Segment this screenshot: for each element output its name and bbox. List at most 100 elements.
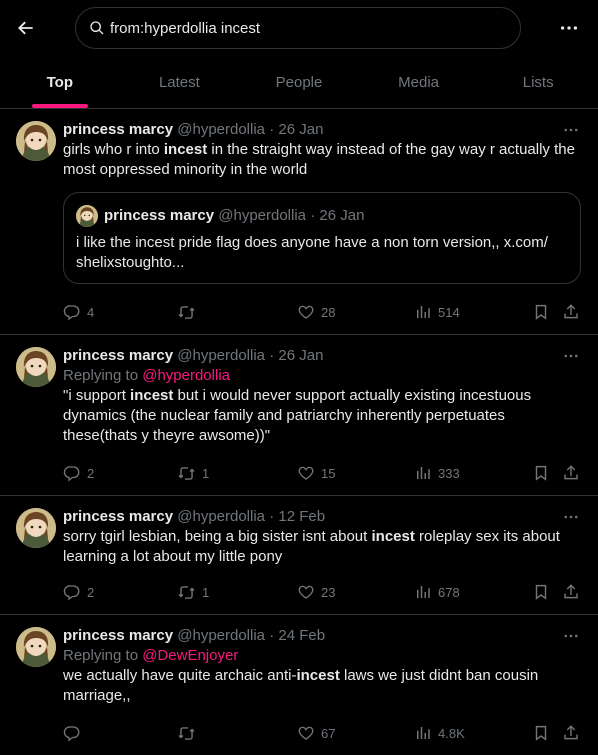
display-name[interactable]: princess marcy [63, 508, 173, 525]
retweet-button[interactable] [177, 723, 202, 743]
views-button[interactable]: 4.8K [414, 723, 465, 743]
tweet[interactable]: princess marcy @hyperdollia · 26 Jan Rep… [0, 335, 598, 496]
bookmark-icon [532, 724, 550, 742]
view-count: 514 [438, 304, 460, 320]
reply-icon [63, 724, 81, 742]
tab-media[interactable]: Media [359, 56, 479, 108]
tweet[interactable]: princess marcy @hyperdollia · 24 Feb Rep… [0, 615, 598, 755]
avatar[interactable] [16, 627, 56, 667]
views-icon [414, 724, 432, 742]
reply-button[interactable]: 2 [63, 463, 94, 483]
tweet-date: 26 Jan [319, 207, 365, 224]
tweet-text: "i support incest but i would never supp… [63, 387, 532, 444]
user-handle[interactable]: @hyperdollia [177, 627, 265, 644]
separator-dot: · [269, 121, 275, 138]
tweet[interactable]: princess marcy @hyperdollia · 26 Jan gir… [0, 109, 598, 335]
tweet-actions: 2 1 15 333 [63, 463, 583, 483]
like-icon [297, 303, 315, 321]
share-icon [562, 303, 580, 321]
retweet-button[interactable] [177, 302, 202, 322]
replying-to-link[interactable]: @hyperdollia [142, 367, 230, 384]
display-name[interactable]: princess marcy [63, 347, 173, 364]
tweet-text: sorry tgirl lesbian, being a big sister … [63, 528, 560, 565]
reply-icon [63, 303, 81, 321]
tab-top[interactable]: Top [0, 56, 120, 108]
search-input[interactable] [110, 8, 510, 48]
tab-people[interactable]: People [239, 56, 359, 108]
replying-to: Replying to @hyperdollia [63, 367, 230, 384]
tweet-header: princess marcy @hyperdollia · 26 Jan [63, 346, 583, 366]
retweet-button[interactable]: 1 [177, 463, 209, 483]
share-icon [562, 464, 580, 482]
display-name: princess marcy [104, 207, 215, 224]
like-button[interactable]: 67 [297, 723, 335, 743]
avatar[interactable] [16, 121, 56, 161]
replying-to-link[interactable]: @DewEnjoyer [142, 647, 238, 664]
tweet-more-icon[interactable] [560, 120, 582, 140]
views-icon [414, 303, 432, 321]
reply-button[interactable] [63, 723, 87, 743]
tab-latest[interactable]: Latest [120, 56, 240, 108]
share-icon [562, 724, 580, 742]
retweet-button[interactable]: 1 [177, 582, 209, 602]
like-button[interactable]: 28 [297, 302, 335, 322]
reply-count: 4 [87, 304, 95, 320]
search-box[interactable] [75, 7, 521, 49]
highlighted-term: incest [130, 387, 174, 404]
back-arrow-icon[interactable] [10, 12, 42, 44]
tweet[interactable]: princess marcy @hyperdollia · 12 Feb sor… [0, 496, 598, 615]
tweet-header: princess marcy @hyperdollia · 24 Feb [63, 626, 583, 646]
share-button[interactable] [562, 582, 586, 602]
tweet-more-icon[interactable] [560, 346, 582, 366]
reply-button[interactable]: 4 [63, 302, 94, 322]
reply-button[interactable]: 2 [63, 582, 94, 602]
quoted-tweet[interactable]: princess marcy @hyperdollia · 26 Jan i l… [63, 192, 581, 284]
user-handle[interactable]: @hyperdollia [177, 347, 265, 364]
bookmark-button[interactable] [532, 723, 556, 743]
share-button[interactable] [562, 723, 586, 743]
like-count: 23 [321, 584, 336, 600]
tweet-date[interactable]: 24 Feb [278, 627, 325, 644]
reply-icon [63, 464, 81, 482]
tweet-more-icon[interactable] [560, 507, 582, 527]
bookmark-icon [532, 583, 550, 601]
tweet-date[interactable]: 26 Jan [278, 347, 323, 364]
bookmark-button[interactable] [532, 302, 556, 322]
view-count: 333 [438, 465, 460, 481]
tweet-actions: 2 1 23 678 [63, 582, 583, 602]
like-button[interactable]: 23 [297, 582, 335, 602]
view-count: 4.8K [438, 725, 465, 741]
tab-lists[interactable]: Lists [478, 56, 598, 108]
bookmark-button[interactable] [532, 463, 556, 483]
display-name[interactable]: princess marcy [63, 121, 173, 138]
more-options-icon[interactable] [553, 12, 585, 44]
separator-dot: · [269, 627, 275, 644]
user-handle[interactable]: @hyperdollia [177, 508, 265, 525]
views-button[interactable]: 333 [414, 463, 460, 483]
bookmark-icon [532, 303, 550, 321]
avatar[interactable] [16, 508, 56, 548]
views-button[interactable]: 678 [414, 582, 460, 602]
like-icon [297, 583, 315, 601]
retweet-count: 1 [202, 584, 210, 600]
retweet-icon [177, 303, 196, 322]
tweet-actions: 67 4.8K [63, 723, 583, 743]
bookmark-icon [532, 464, 550, 482]
reply-count: 2 [87, 584, 95, 600]
user-handle[interactable]: @hyperdollia [177, 121, 265, 138]
avatar[interactable] [16, 347, 56, 387]
replying-to: Replying to @DewEnjoyer [63, 647, 239, 664]
bookmark-button[interactable] [532, 582, 556, 602]
avatar [76, 205, 98, 227]
share-button[interactable] [562, 302, 586, 322]
tweet-more-icon[interactable] [560, 626, 582, 646]
highlighted-term: incest [371, 528, 415, 545]
like-count: 15 [321, 465, 336, 481]
tweet-date[interactable]: 12 Feb [278, 508, 325, 525]
views-button[interactable]: 514 [414, 302, 460, 322]
like-button[interactable]: 15 [297, 463, 335, 483]
share-button[interactable] [562, 463, 586, 483]
display-name[interactable]: princess marcy [63, 627, 173, 644]
tweet-date[interactable]: 26 Jan [278, 121, 323, 138]
like-icon [297, 464, 315, 482]
